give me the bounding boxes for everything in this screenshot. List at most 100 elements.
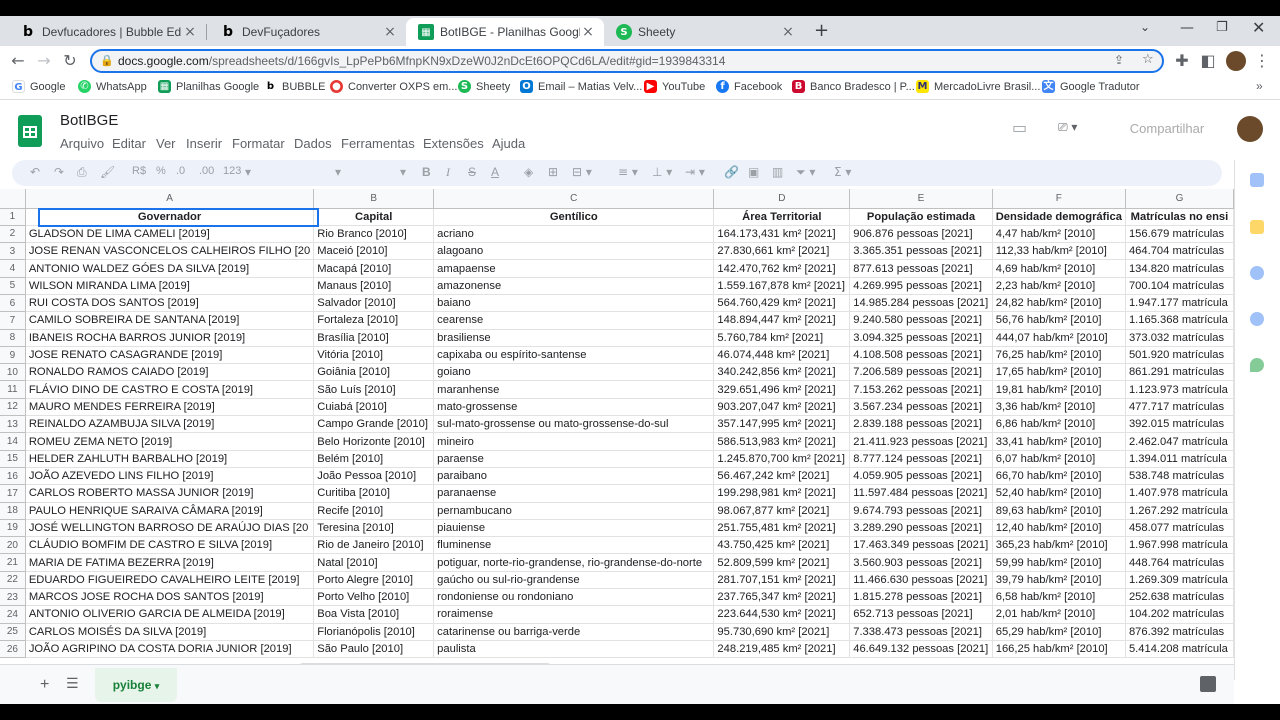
cell[interactable]: 1.165.368 matrícula	[1125, 311, 1234, 330]
cell[interactable]: 17,65 hab/km² [2010]	[992, 363, 1126, 382]
cell[interactable]: piauiense	[433, 519, 715, 538]
column-title[interactable]: Matrículas no ensi	[1125, 208, 1234, 226]
menu-formatar[interactable]: Formatar	[232, 136, 285, 151]
column-header-f[interactable]: F	[992, 189, 1126, 209]
column-header-b[interactable]: B	[313, 189, 435, 209]
cell[interactable]: JOSÉ WELLINGTON BARROSO DE ARAÚJO DIAS […	[25, 519, 315, 538]
cell[interactable]: roraimense	[433, 605, 715, 624]
cell[interactable]: paraense	[433, 450, 715, 468]
cell[interactable]: 1.559.167,878 km² [2021]	[713, 277, 851, 295]
cell[interactable]: 52,40 hab/km² [2010]	[992, 484, 1126, 503]
forward-icon[interactable]: →	[34, 51, 54, 71]
cell[interactable]: cearense	[433, 311, 715, 330]
cell[interactable]: sul-mato-grossense ou mato-grossense-do-…	[433, 415, 715, 434]
cell[interactable]: Natal [2010]	[313, 553, 435, 572]
cell[interactable]: JOSE RENATO CASAGRANDE [2019]	[25, 346, 315, 365]
cell[interactable]: EDUARDO FIGUEIREDO CAVALHEIRO LEITE [201…	[25, 571, 315, 590]
row-number[interactable]: 14	[0, 432, 26, 451]
cell[interactable]: Belo Horizonte [2010]	[313, 432, 435, 451]
cell[interactable]: 199.298,981 km² [2021]	[713, 484, 851, 503]
cell[interactable]: 4,69 hab/km² [2010]	[992, 259, 1126, 278]
percent-format-button[interactable]: %	[156, 165, 166, 177]
cell[interactable]: 373.032 matrículas	[1125, 329, 1234, 347]
cell[interactable]: 104.202 matrículas	[1125, 605, 1234, 624]
cell[interactable]: Goiânia [2010]	[313, 363, 435, 382]
row-number[interactable]: 11	[0, 380, 26, 399]
cell[interactable]: 357.147,995 km² [2021]	[713, 415, 851, 434]
cell[interactable]: brasiliense	[433, 329, 715, 347]
cell[interactable]: 8.777.124 pessoas [2021]	[849, 450, 993, 468]
restore-icon[interactable]: ❐	[1216, 20, 1228, 35]
row-number[interactable]: 6	[0, 294, 26, 313]
select-all-corner[interactable]	[0, 189, 26, 209]
column-header-g[interactable]: G	[1125, 189, 1234, 209]
cell[interactable]: 4,47 hab/km² [2010]	[992, 225, 1126, 244]
cell[interactable]: Porto Velho [2010]	[313, 588, 435, 607]
extensions-icon[interactable]: ✚	[1172, 51, 1192, 71]
close-tab-icon[interactable]: ×	[382, 24, 398, 40]
cell[interactable]: 89,63 hab/km² [2010]	[992, 502, 1126, 520]
cell[interactable]: acriano	[433, 225, 715, 244]
cell[interactable]: 112,33 hab/km² [2010]	[992, 242, 1126, 261]
menu-ver[interactable]: Ver	[156, 136, 176, 151]
cell[interactable]: JOÃO AGRIPINO DA COSTA DORIA JUNIOR [201…	[25, 640, 315, 659]
add-sheet-icon[interactable]: +	[40, 676, 49, 694]
cell[interactable]: gaúcho ou sul-rio-grandense	[433, 571, 715, 590]
cell[interactable]: goiano	[433, 363, 715, 382]
cell[interactable]: CARLOS MOISÉS DA SILVA [2019]	[25, 623, 315, 641]
row-number[interactable]: 1	[0, 208, 26, 226]
cell[interactable]: 3.365.351 pessoas [2021]	[849, 242, 993, 261]
cell[interactable]: PAULO HENRIQUE SARAIVA CÂMARA [2019]	[25, 502, 315, 520]
cell[interactable]: 134.820 matrículas	[1125, 259, 1234, 278]
cell[interactable]: Teresina [2010]	[313, 519, 435, 538]
cell[interactable]: 237.765,347 km² [2021]	[713, 588, 851, 607]
cell[interactable]: 7.206.589 pessoas [2021]	[849, 363, 993, 382]
browser-tab-devfucadores[interactable]: b DevFuçadores ×	[208, 18, 406, 46]
new-tab-button[interactable]: +	[814, 20, 829, 41]
column-header-a[interactable]: A	[25, 189, 315, 209]
cell[interactable]: Campo Grande [2010]	[313, 415, 435, 434]
cell[interactable]: 11.466.630 pessoas [2021]	[849, 571, 993, 590]
row-number[interactable]: 20	[0, 536, 26, 555]
bookmark-mercadolivre[interactable]: M MercadoLivre Brasil...	[916, 80, 1040, 93]
cell[interactable]: baiano	[433, 294, 715, 313]
bookmark-facebook[interactable]: f Facebook	[716, 80, 782, 93]
borders-icon[interactable]: ⊞	[548, 165, 558, 179]
cell[interactable]: IBANEIS ROCHA BARROS JUNIOR [2019]	[25, 329, 315, 347]
cell[interactable]: 251.755,481 km² [2021]	[713, 519, 851, 538]
cell[interactable]: paraibano	[433, 467, 715, 486]
share-page-icon[interactable]: ⇪	[1114, 53, 1124, 67]
cell[interactable]: Rio Branco [2010]	[313, 225, 435, 244]
cell[interactable]: 3,36 hab/km² [2010]	[992, 398, 1126, 417]
cell[interactable]: 56,76 hab/km² [2010]	[992, 311, 1126, 330]
share-button[interactable]: Compartilhar	[1115, 117, 1219, 141]
close-window-icon[interactable]: ✕	[1252, 18, 1265, 37]
browser-tab-bubble-editor[interactable]: b Devfucadores | Bubble Editor ×	[8, 18, 206, 46]
functions-icon[interactable]: Σ ▾	[834, 165, 851, 179]
cell[interactable]: JOÃO AZEVEDO LINS FILHO [2019]	[25, 467, 315, 486]
more-formats-button[interactable]: 123	[223, 165, 241, 177]
cell[interactable]: Brasília [2010]	[313, 329, 435, 347]
cell[interactable]: 1.394.011 matrícula	[1125, 450, 1234, 468]
cell[interactable]: 4.059.905 pessoas [2021]	[849, 467, 993, 486]
cell[interactable]: 5.414.208 matrícula	[1125, 640, 1234, 659]
cell[interactable]: 223.644,530 km² [2021]	[713, 605, 851, 624]
cell[interactable]: 3.094.325 pessoas [2021]	[849, 329, 993, 347]
fill-color-icon[interactable]: ◈	[524, 165, 533, 179]
cell[interactable]: 66,70 hab/km² [2010]	[992, 467, 1126, 486]
cell[interactable]: 46.649.132 pessoas [2021]	[849, 640, 993, 659]
close-tab-icon[interactable]: ×	[580, 24, 596, 40]
cell[interactable]: ANTONIO WALDEZ GÓES DA SILVA [2019]	[25, 259, 315, 278]
redo-icon[interactable]: ↷	[54, 165, 64, 179]
cell[interactable]: 46.074,448 km² [2021]	[713, 346, 851, 365]
column-title[interactable]: Densidade demográfica	[992, 208, 1126, 226]
cell[interactable]: 17.463.349 pessoas [2021]	[849, 536, 993, 555]
cell[interactable]: 1.123.973 matrícula	[1125, 380, 1234, 399]
cell[interactable]: CARLOS ROBERTO MASSA JUNIOR [2019]	[25, 484, 315, 503]
cell[interactable]: 4.269.995 pessoas [2021]	[849, 277, 993, 295]
cell[interactable]: 458.077 matrículas	[1125, 519, 1234, 538]
cell[interactable]: 52.809,599 km² [2021]	[713, 553, 851, 572]
cell[interactable]: 365,23 hab/km² [2010]	[992, 536, 1126, 555]
bookmark-bubble[interactable]: b BUBBLE	[264, 80, 325, 93]
cell[interactable]: 1.967.998 matrícula	[1125, 536, 1234, 555]
